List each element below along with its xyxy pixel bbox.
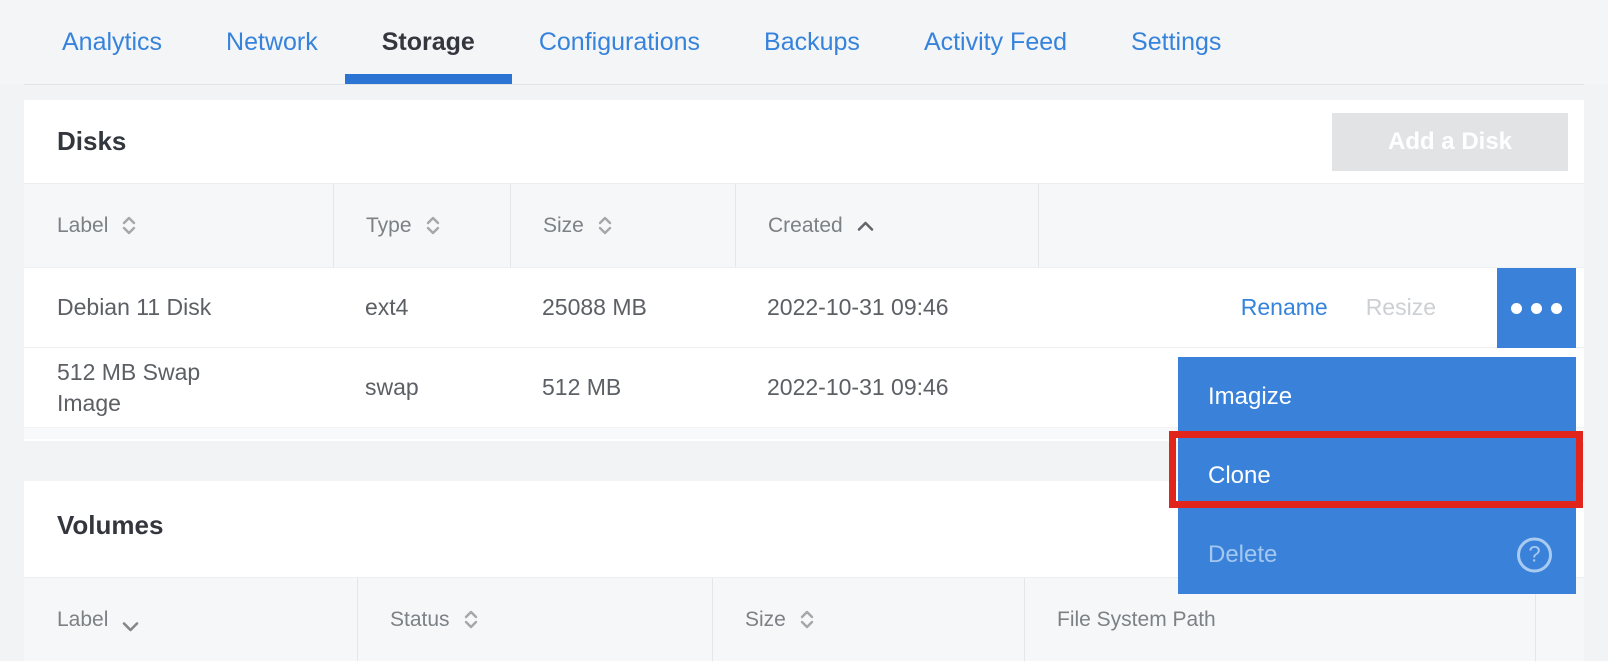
sort-both-icon [121,215,137,236]
disks-column-label[interactable]: Label [24,184,333,267]
rename-button[interactable]: Rename [1241,294,1328,321]
disk-size-cell: 25088 MB [510,268,735,347]
disks-title: Disks [57,126,126,157]
resize-button: Resize [1366,294,1436,321]
disk-type-cell: ext4 [333,268,510,347]
sort-both-icon [463,609,479,630]
disks-column-actions-spacer [1038,184,1584,267]
volumes-column-label[interactable]: Label [24,578,357,661]
tab-activity-feed[interactable]: Activity Feed [924,0,1067,84]
more-actions-button[interactable] [1497,268,1576,348]
disk-label-cell: Debian 11 Disk [24,268,333,347]
disks-column-type[interactable]: Type [333,184,510,267]
sort-both-icon [425,215,441,236]
disks-panel-header: Disks Add a Disk [24,100,1584,183]
tab-settings[interactable]: Settings [1131,0,1221,84]
help-icon[interactable]: ? [1517,537,1552,572]
disk-created-cell: 2022-10-31 09:46 [735,268,1038,347]
disk-row-actions: Rename Resize [1038,268,1584,347]
menu-item-delete: Delete ? [1178,515,1576,594]
menu-item-imagize[interactable]: Imagize [1178,357,1576,436]
tab-storage[interactable]: Storage [382,0,475,84]
volumes-title: Volumes [57,510,163,541]
tab-backups[interactable]: Backups [764,0,860,84]
sort-both-icon [597,215,613,236]
tabbar-divider [24,84,1584,85]
sort-descending-icon [121,621,140,633]
sort-ascending-icon [856,220,875,232]
tab-configurations[interactable]: Configurations [539,0,700,84]
add-a-disk-button[interactable]: Add a Disk [1332,113,1568,171]
disks-table-header: Label Type Size Created [24,183,1584,267]
tab-bar: Analytics Network Storage Configurations… [0,0,1608,84]
disk-label-cell: 512 MB Swap Image [24,348,333,427]
disk-row-debian: Debian 11 Disk ext4 25088 MB 2022-10-31 … [24,267,1584,347]
disk-actions-menu: Imagize Clone Delete ? [1178,357,1576,594]
disk-size-cell: 512 MB [510,348,735,427]
sort-both-icon [799,609,815,630]
disks-column-created[interactable]: Created [735,184,1038,267]
tab-analytics[interactable]: Analytics [62,0,162,84]
disk-type-cell: swap [333,348,510,427]
disks-column-size[interactable]: Size [510,184,735,267]
menu-item-clone[interactable]: Clone [1178,436,1576,515]
volumes-column-size[interactable]: Size [712,578,1024,661]
disk-created-cell: 2022-10-31 09:46 [735,348,1038,427]
ellipsis-icon [1511,303,1562,314]
volumes-column-status[interactable]: Status [357,578,712,661]
tab-network[interactable]: Network [226,0,318,84]
